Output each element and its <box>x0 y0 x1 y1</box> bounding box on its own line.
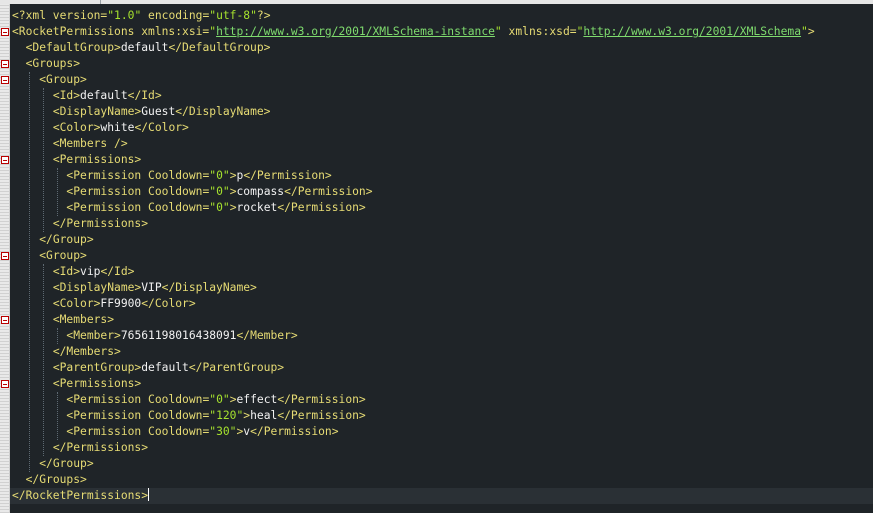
indent-guide <box>56 328 58 344</box>
code-line[interactable]: <Permission Cooldown="30">v</Permission> <box>10 424 873 440</box>
code-line-text: </Permissions> <box>52 441 149 454</box>
code-line-text: <Permissions> <box>52 153 142 166</box>
code-line-text: <Permission Cooldown="30">v</Permission> <box>66 425 339 438</box>
fold-minus-icon[interactable] <box>1 252 9 260</box>
code-line[interactable]: <Members> <box>10 312 873 328</box>
fold-minus-icon[interactable] <box>1 380 9 388</box>
code-line-text: <Permission Cooldown="0">compass</Permis… <box>66 185 373 198</box>
code-line[interactable]: <Members /> <box>10 136 873 152</box>
code-line-text: </Group> <box>39 457 94 470</box>
code-line[interactable]: <Color>white</Color> <box>10 120 873 136</box>
indent-guide <box>28 72 30 472</box>
code-line-text: <Permission Cooldown="0">effect</Permiss… <box>66 393 366 406</box>
indent-guide <box>56 168 58 216</box>
fold-minus-bar <box>3 256 7 257</box>
code-line-text: <Permission Cooldown="120">heal</Permiss… <box>66 409 366 422</box>
fold-minus-icon[interactable] <box>1 60 9 68</box>
fold-minus-bar <box>3 160 7 161</box>
code-line-text: <DefaultGroup>default</DefaultGroup> <box>25 41 271 54</box>
code-line[interactable]: <RocketPermissions xmlns:xsi="http://www… <box>10 24 873 40</box>
code-line[interactable]: <Groups> <box>10 56 873 72</box>
fold-minus-icon[interactable] <box>1 76 9 84</box>
fold-minus-bar <box>3 384 7 385</box>
code-line[interactable]: <?xml version="1.0" encoding="utf-8"?> <box>10 8 873 24</box>
code-line-text: <Id>default</Id> <box>52 89 162 102</box>
fold-minus-icon[interactable] <box>1 156 9 164</box>
code-line[interactable]: <Permission Cooldown="0">compass</Permis… <box>10 184 873 200</box>
code-line-text: <Group> <box>39 73 87 86</box>
code-line[interactable]: </Groups> <box>10 472 873 488</box>
code-line[interactable]: <DisplayName>Guest</DisplayName> <box>10 104 873 120</box>
fold-gutter[interactable] <box>0 4 10 513</box>
code-line[interactable]: <DisplayName>VIP</DisplayName> <box>10 280 873 296</box>
code-line-text: </Group> <box>39 233 94 246</box>
fold-minus-bar <box>3 320 7 321</box>
code-line-text: <ParentGroup>default</ParentGroup> <box>52 361 285 374</box>
code-line[interactable]: <Permissions> <box>10 152 873 168</box>
indent-guide <box>56 392 58 440</box>
code-line[interactable]: </Group> <box>10 232 873 248</box>
code-line[interactable]: </RocketPermissions> <box>10 488 873 504</box>
code-line-text: <?xml version="1.0" encoding="utf-8"?> <box>12 9 271 22</box>
fold-minus-bar <box>3 32 7 33</box>
code-line[interactable]: <DefaultGroup>default</DefaultGroup> <box>10 40 873 56</box>
code-line-text: <Color>FF9900</Color> <box>52 297 196 310</box>
code-line[interactable]: <Permission Cooldown="0">p</Permission> <box>10 168 873 184</box>
code-line-text: </RocketPermissions> <box>12 488 150 502</box>
code-line-text: </Permissions> <box>52 217 149 230</box>
code-line[interactable]: <Permissions> <box>10 376 873 392</box>
text-caret <box>148 488 150 501</box>
code-line-text: <Permissions> <box>52 377 142 390</box>
fold-minus-bar <box>3 64 7 65</box>
fold-minus-bar <box>3 80 7 81</box>
code-line[interactable]: <Id>default</Id> <box>10 88 873 104</box>
code-line-text: <Group> <box>39 249 87 262</box>
code-line[interactable]: <Permission Cooldown="120">heal</Permiss… <box>10 408 873 424</box>
code-line-text: </Groups> <box>25 473 87 486</box>
code-line-text: <Permission Cooldown="0">p</Permission> <box>66 169 332 182</box>
code-line-text: <DisplayName>VIP</DisplayName> <box>52 281 257 294</box>
indent-guide <box>42 264 44 456</box>
code-line[interactable]: </Permissions> <box>10 216 873 232</box>
fold-minus-icon[interactable] <box>1 28 9 36</box>
code-line-text: <Id>vip</Id> <box>52 265 135 278</box>
code-line[interactable]: <Color>FF9900</Color> <box>10 296 873 312</box>
code-line[interactable]: <Id>vip</Id> <box>10 264 873 280</box>
indent-guide <box>42 88 44 232</box>
code-line-text: <Color>white</Color> <box>52 121 189 134</box>
code-line[interactable]: <Group> <box>10 248 873 264</box>
code-editor[interactable]: <?xml version="1.0" encoding="utf-8"?> <R… <box>10 4 873 513</box>
code-line-text: <DisplayName>Guest</DisplayName> <box>52 105 271 118</box>
code-line-text: <Permission Cooldown="0">rocket</Permiss… <box>66 201 366 214</box>
fold-minus-icon[interactable] <box>1 316 9 324</box>
code-line[interactable]: <Member>76561198016438091</Member> <box>10 328 873 344</box>
code-line[interactable]: </Group> <box>10 456 873 472</box>
code-line-text: <Members> <box>52 313 115 326</box>
code-line[interactable]: <Group> <box>10 72 873 88</box>
code-line-text: <Groups> <box>25 57 81 70</box>
code-line[interactable]: <Permission Cooldown="0">effect</Permiss… <box>10 392 873 408</box>
code-line-text: <RocketPermissions xmlns:xsi="http://www… <box>12 25 815 38</box>
code-line[interactable]: <ParentGroup>default</ParentGroup> <box>10 360 873 376</box>
code-line[interactable]: <Permission Cooldown="0">rocket</Permiss… <box>10 200 873 216</box>
code-line[interactable]: </Members> <box>10 344 873 360</box>
code-line-text: <Member>76561198016438091</Member> <box>66 329 298 342</box>
code-line[interactable]: </Permissions> <box>10 440 873 456</box>
